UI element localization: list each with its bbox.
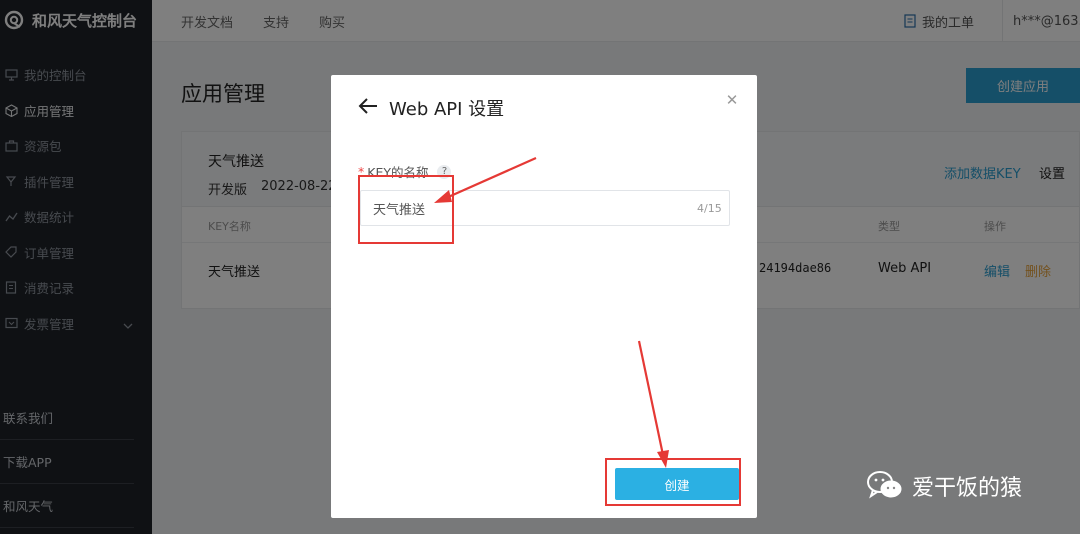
char-counter: 4/15 [697,202,722,215]
watermark-text: 爱干饭的猿 [912,476,1023,501]
dialog-title: Web API 设置 [389,99,505,120]
annotation-box-button [605,458,741,506]
close-icon[interactable]: ✕ [725,93,739,108]
web-api-settings-dialog: Web API 设置 ✕ * KEY的名称 ? 4/15 创建 [331,75,757,518]
annotation-box-input [358,175,454,244]
watermark: 爱干饭的猿 [866,470,1022,502]
wechat-icon [867,471,902,499]
arrow-left-icon[interactable] [357,95,379,117]
